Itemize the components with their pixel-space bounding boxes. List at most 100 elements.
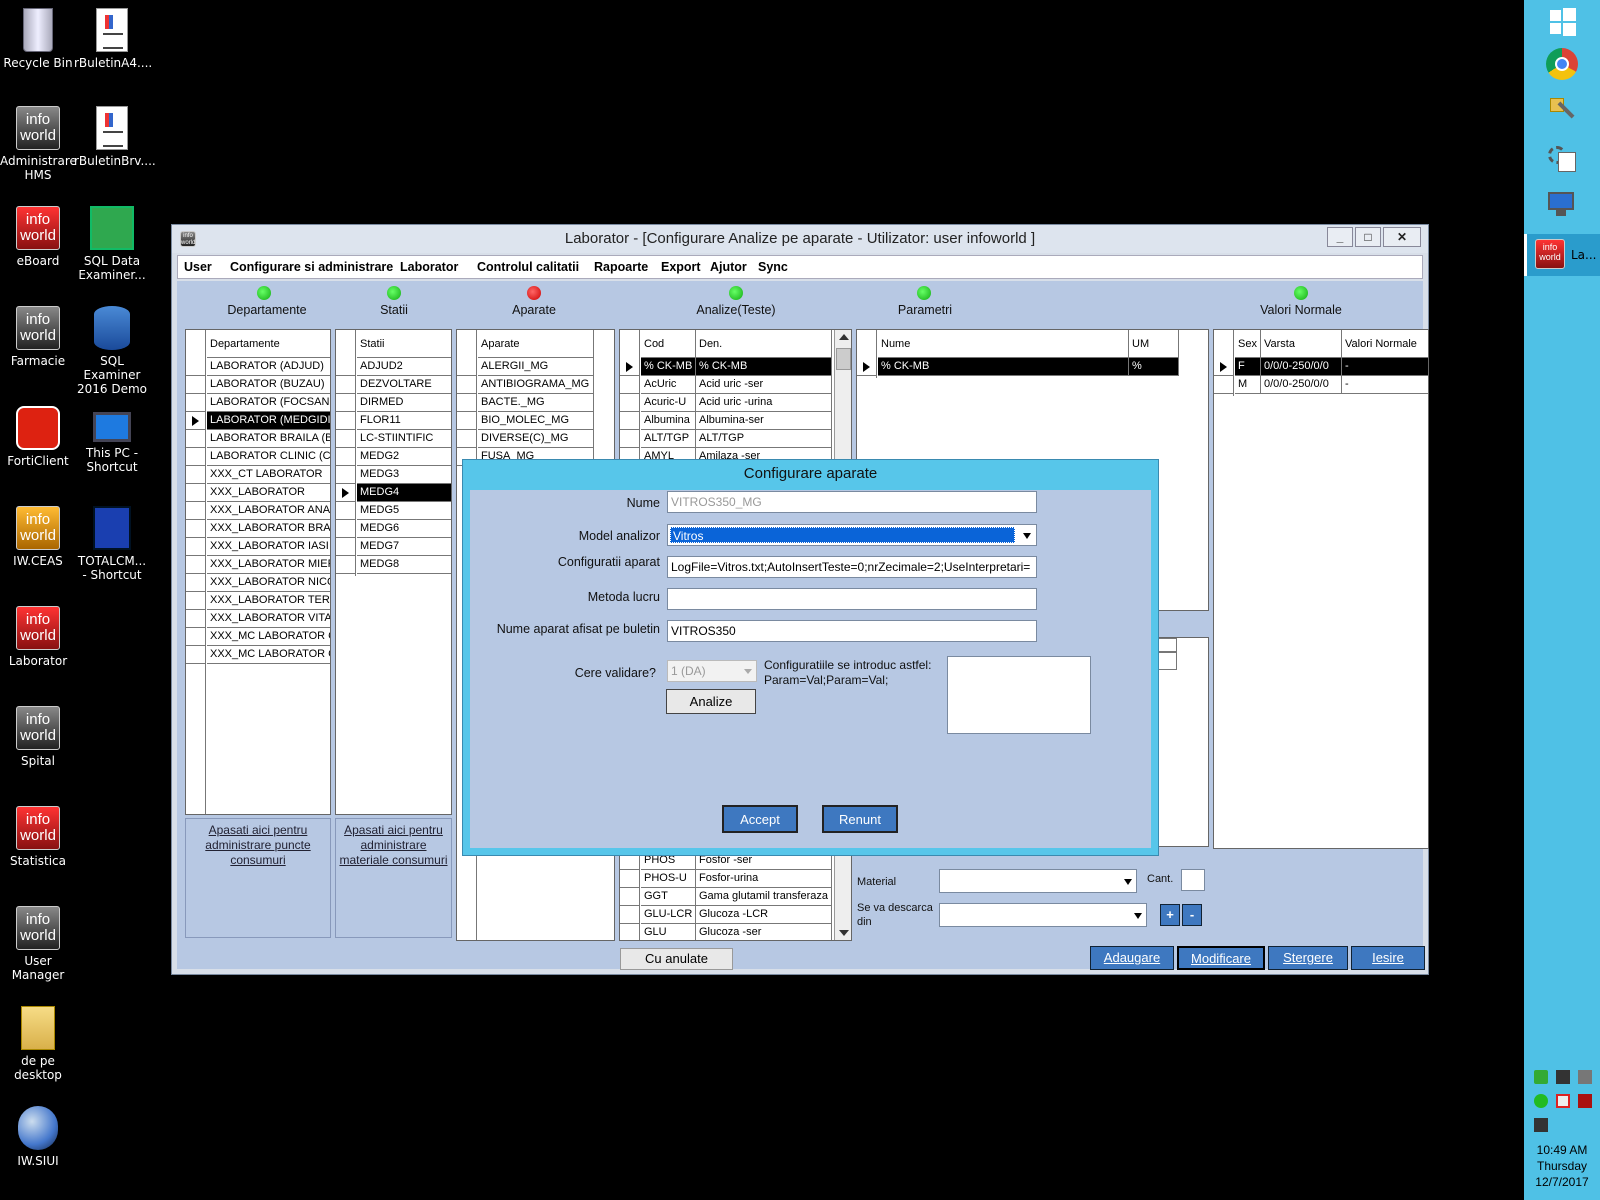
departamente-cell[interactable]: XXX_LABORATOR ANAL bbox=[207, 502, 330, 520]
analize-cell[interactable]: ALT/TGP bbox=[641, 430, 696, 448]
row-selector[interactable] bbox=[186, 592, 206, 610]
row-selector[interactable] bbox=[186, 574, 206, 592]
settings-checklist-icon[interactable] bbox=[1546, 142, 1578, 174]
analize-cell[interactable]: ALT/TGP bbox=[696, 430, 832, 448]
descarca-select[interactable] bbox=[939, 903, 1147, 927]
tray-infoworld-icon[interactable] bbox=[1578, 1094, 1592, 1108]
modificare-button[interactable]: Modificare bbox=[1177, 946, 1265, 970]
statii-cell[interactable]: DIRMED bbox=[357, 394, 451, 412]
accept-button[interactable]: Accept bbox=[722, 805, 798, 833]
window-titlebar[interactable]: info world Laborator - [Configurare Anali… bbox=[172, 225, 1428, 253]
column-header-um[interactable]: UM bbox=[1129, 330, 1179, 358]
departamente-cell[interactable]: LABORATOR (ADJUD) bbox=[207, 358, 330, 376]
parametri-cell[interactable]: % bbox=[1129, 358, 1179, 376]
row-selector[interactable] bbox=[336, 502, 356, 520]
row-selector[interactable] bbox=[336, 466, 356, 484]
minimize-button[interactable]: _ bbox=[1327, 227, 1353, 247]
analize-cell[interactable]: Acid uric -ser bbox=[696, 376, 832, 394]
desktop-icon-iw-siui[interactable]: IW.SIUI bbox=[0, 1106, 76, 1168]
departamente-cell[interactable]: LABORATOR (MEDGIDIA bbox=[207, 412, 330, 430]
column-header-varsta[interactable]: Varsta bbox=[1261, 330, 1342, 358]
maximize-button[interactable]: □ bbox=[1355, 227, 1381, 247]
metoda-lucru-input[interactable] bbox=[667, 588, 1037, 610]
row-selector[interactable] bbox=[620, 870, 640, 888]
valori-cell[interactable]: - bbox=[1342, 376, 1428, 394]
valori-cell[interactable]: 0/0/0-250/0/0 bbox=[1261, 358, 1342, 376]
analize-cell[interactable]: GGT bbox=[641, 888, 696, 906]
dialog-title[interactable]: Configurare aparate bbox=[463, 460, 1158, 488]
departamente-cell[interactable]: XXX_LABORATOR MIERC bbox=[207, 556, 330, 574]
row-selector[interactable] bbox=[186, 556, 206, 574]
row-selector[interactable] bbox=[186, 430, 206, 448]
valori-cell[interactable]: F bbox=[1235, 358, 1261, 376]
departamente-cell[interactable]: XXX_CT LABORATOR bbox=[207, 466, 330, 484]
row-selector[interactable] bbox=[336, 484, 356, 502]
tools-icon[interactable] bbox=[1546, 94, 1578, 126]
row-selector[interactable] bbox=[186, 466, 206, 484]
scroll-down-icon[interactable] bbox=[839, 930, 849, 936]
analize-cell[interactable]: GLU-LCR bbox=[641, 906, 696, 924]
column-header-valori[interactable]: Valori Normale bbox=[1342, 330, 1428, 358]
chevron-down-icon[interactable] bbox=[744, 669, 752, 674]
menu-user[interactable]: User bbox=[184, 260, 212, 274]
remote-desktop-icon[interactable] bbox=[1546, 190, 1578, 222]
analize-cell[interactable]: AcUric bbox=[641, 376, 696, 394]
analize-cell[interactable]: % CK-MB bbox=[696, 358, 832, 376]
hint-textarea[interactable] bbox=[947, 656, 1091, 734]
departamente-cell[interactable]: LABORATOR (FOCSANI) bbox=[207, 394, 330, 412]
administrare-puncte-link[interactable]: Apasati aici pentru administrare puncte … bbox=[185, 818, 331, 938]
row-selector[interactable] bbox=[620, 376, 640, 394]
analize-cell[interactable]: Fosfor-urina bbox=[696, 870, 832, 888]
analize-cell[interactable]: GLU bbox=[641, 924, 696, 940]
analize-button[interactable]: Analize bbox=[666, 689, 756, 714]
aparate-cell[interactable]: ALERGII_MG bbox=[478, 358, 594, 376]
model-analizor-select[interactable]: Vitros bbox=[667, 524, 1037, 546]
row-selector[interactable] bbox=[186, 646, 206, 664]
row-selector[interactable] bbox=[186, 538, 206, 556]
analize-cell[interactable]: Gama glutamil transferaza (( bbox=[696, 888, 832, 906]
scroll-thumb[interactable] bbox=[836, 348, 851, 370]
departamente-cell[interactable]: XXX_LABORATOR IASI bbox=[207, 538, 330, 556]
row-selector[interactable] bbox=[620, 412, 640, 430]
menu-ajutor[interactable]: Ajutor bbox=[710, 260, 747, 274]
menu-controlul-calitatii[interactable]: Controlul calitatii bbox=[477, 260, 579, 274]
menu-rapoarte[interactable]: Rapoarte bbox=[594, 260, 648, 274]
desktop-icon-sql-examiner-2016-demo[interactable]: SQL Examiner 2016 Demo bbox=[74, 306, 150, 396]
row-selector[interactable] bbox=[620, 924, 640, 940]
row-selector[interactable] bbox=[186, 520, 206, 538]
tray-volume-mute-icon[interactable] bbox=[1556, 1094, 1570, 1108]
column-header-departamente[interactable]: Departamente bbox=[207, 330, 330, 358]
desktop-icon-iw-ceas[interactable]: info world IW.CEAS bbox=[0, 506, 76, 568]
aparate-cell[interactable]: DIVERSE(C)_MG bbox=[478, 430, 594, 448]
cere-validare-select[interactable]: 1 (DA) bbox=[667, 660, 757, 682]
scroll-up-icon[interactable] bbox=[839, 334, 849, 340]
configuratii-aparat-input[interactable]: LogFile=Vitros.txt;AutoInsertTeste=0;nrZ… bbox=[667, 556, 1037, 578]
aparate-cell[interactable]: BACTE._MG bbox=[478, 394, 594, 412]
desktop-icon-statistica[interactable]: info world Statistica bbox=[0, 806, 76, 868]
analize-cell[interactable]: Glucoza -ser bbox=[696, 924, 832, 940]
row-selector[interactable] bbox=[186, 628, 206, 646]
menu-sync[interactable]: Sync bbox=[758, 260, 788, 274]
analize-cell[interactable]: Acid uric -urina bbox=[696, 394, 832, 412]
menu-laborator[interactable]: Laborator bbox=[400, 260, 458, 274]
analize-cell[interactable]: PHOS-U bbox=[641, 870, 696, 888]
statii-cell[interactable]: MEDG8 bbox=[357, 556, 451, 574]
row-selector[interactable] bbox=[336, 358, 356, 376]
row-selector[interactable] bbox=[186, 394, 206, 412]
clock[interactable]: 10:49 AM Thursday 12/7/2017 bbox=[1524, 1142, 1600, 1190]
valori-cell[interactable]: M bbox=[1235, 376, 1261, 394]
statii-grid[interactable]: Statii ADJUD2 DEZVOLTARE DIRMED FLOR11 LC-ST… bbox=[335, 329, 452, 815]
desktop-icon-user-manager[interactable]: info world User Manager bbox=[0, 906, 76, 982]
column-header-den[interactable]: Den. bbox=[696, 330, 832, 358]
column-header-nume[interactable]: Nume bbox=[878, 330, 1129, 358]
desktop-icon-rbuletinbrv-[interactable]: rBuletinBrv.... bbox=[74, 106, 156, 168]
row-selector[interactable] bbox=[336, 376, 356, 394]
nume-afisat-input[interactable]: VITROS350 bbox=[667, 620, 1037, 642]
departamente-grid[interactable]: Departamente LABORATOR (ADJUD) LABORATOR … bbox=[185, 329, 331, 815]
menu-configurare[interactable]: Configurare si administrare bbox=[230, 260, 393, 274]
stergere-button[interactable]: Stergere bbox=[1268, 946, 1348, 970]
statii-cell[interactable]: ADJUD2 bbox=[357, 358, 451, 376]
row-selector[interactable] bbox=[457, 394, 477, 412]
chevron-down-icon[interactable] bbox=[1124, 879, 1132, 885]
row-selector[interactable] bbox=[186, 376, 206, 394]
